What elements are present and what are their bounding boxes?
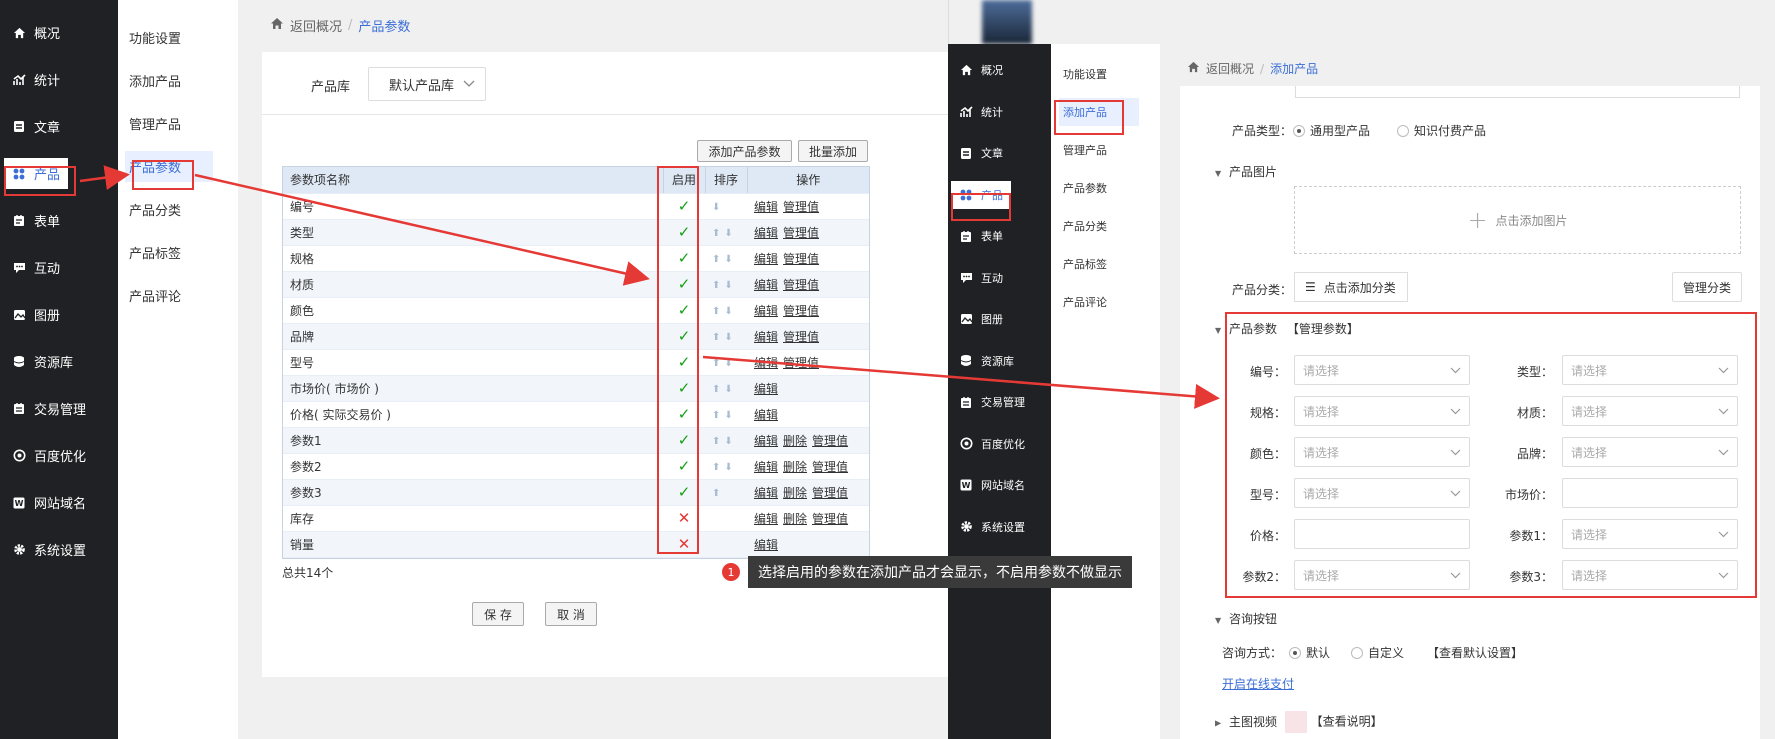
annotation-badge: 1: [722, 563, 740, 581]
annotation-tooltip: 选择启用的参数在添加产品才会显示，不启用参数不做显示: [748, 556, 1132, 588]
arrow-subnav-to-column: [194, 173, 650, 286]
arrow-column-to-form: [702, 355, 1220, 409]
arrow-nav-to-subnav: [79, 165, 130, 191]
annotation-arrows: [79, 165, 1220, 409]
